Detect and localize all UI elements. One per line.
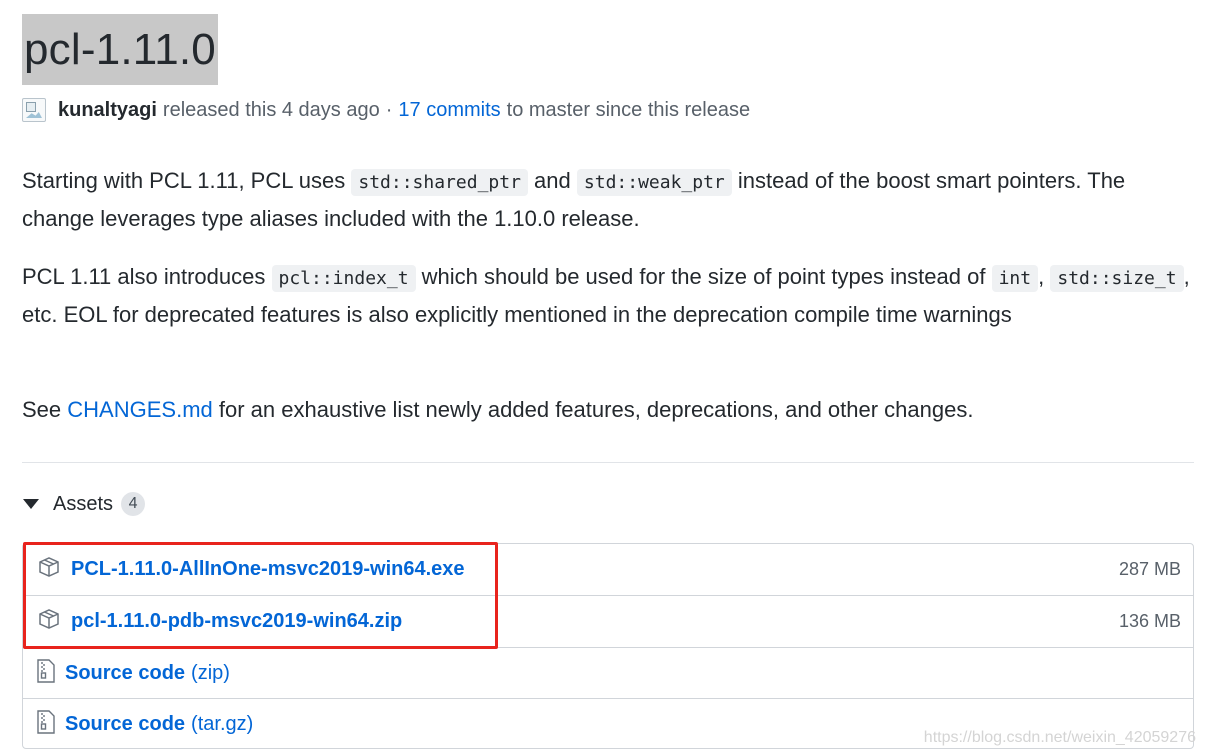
caret-down-icon: [23, 499, 39, 509]
file-zip-icon: [37, 709, 55, 739]
title-highlight: pcl-1.11.0: [22, 14, 218, 85]
watermark: https://blog.csdn.net/weixin_42059276: [923, 729, 1196, 746]
asset-size: 287 MB: [1118, 559, 1181, 579]
code-shared-ptr: std::shared_ptr: [351, 169, 528, 196]
source-code-targz-link[interactable]: Source code (tar.gz): [65, 713, 253, 736]
source-code-zip-link[interactable]: Source code (zip): [65, 662, 230, 685]
asset-row[interactable]: pcl-1.11.0-pdb-msvc2019-win64.zip 136 MB: [23, 595, 1193, 646]
release-title[interactable]: pcl-1.11.0: [24, 14, 216, 85]
code-int: int: [991, 265, 1039, 292]
assets-count-badge: 4: [121, 492, 146, 516]
assets-list: PCL-1.11.0-AllInOne-msvc2019-win64.exe 2…: [22, 543, 1194, 749]
release-notes-paragraph-3: See CHANGES.md for an exhaustive list ne…: [22, 397, 974, 422]
package-icon: [37, 555, 61, 584]
code-weak-ptr: std::weak_ptr: [576, 169, 732, 196]
asset-row[interactable]: Source code (zip): [23, 647, 1193, 698]
asset-row[interactable]: PCL-1.11.0-AllInOne-msvc2019-win64.exe 2…: [23, 544, 1193, 595]
changes-md-link[interactable]: CHANGES.md: [67, 397, 212, 422]
released-text: released this 4 days ago: [162, 98, 380, 121]
asset-link[interactable]: pcl-1.11.0-pdb-msvc2019-win64.zip: [71, 610, 402, 633]
release-notes-paragraph-1: Starting with PCL 1.11, PCL uses std::sh…: [22, 168, 1126, 231]
divider: [22, 462, 1194, 463]
file-zip-icon: [37, 658, 55, 688]
assets-toggle[interactable]: Assets 4: [22, 490, 146, 518]
release-notes-paragraph-2: PCL 1.11 also introduces pcl::index_t wh…: [22, 264, 1190, 327]
release-meta: kunaltyagi released this 4 days ago · 17…: [22, 96, 750, 124]
package-icon: [37, 607, 61, 636]
code-index-t: pcl::index_t: [271, 265, 416, 292]
author-link[interactable]: kunaltyagi: [58, 99, 157, 122]
commits-link[interactable]: 17 commits: [398, 99, 500, 122]
commits-suffix: to master since this release: [506, 98, 751, 121]
separator: ·: [385, 98, 393, 121]
asset-size: 136 MB: [1118, 610, 1181, 631]
assets-label: Assets: [53, 492, 114, 515]
avatar[interactable]: [22, 98, 46, 122]
asset-link[interactable]: PCL-1.11.0-AllInOne-msvc2019-win64.exe: [71, 558, 465, 581]
code-size-t: std::size_t: [1050, 265, 1184, 292]
